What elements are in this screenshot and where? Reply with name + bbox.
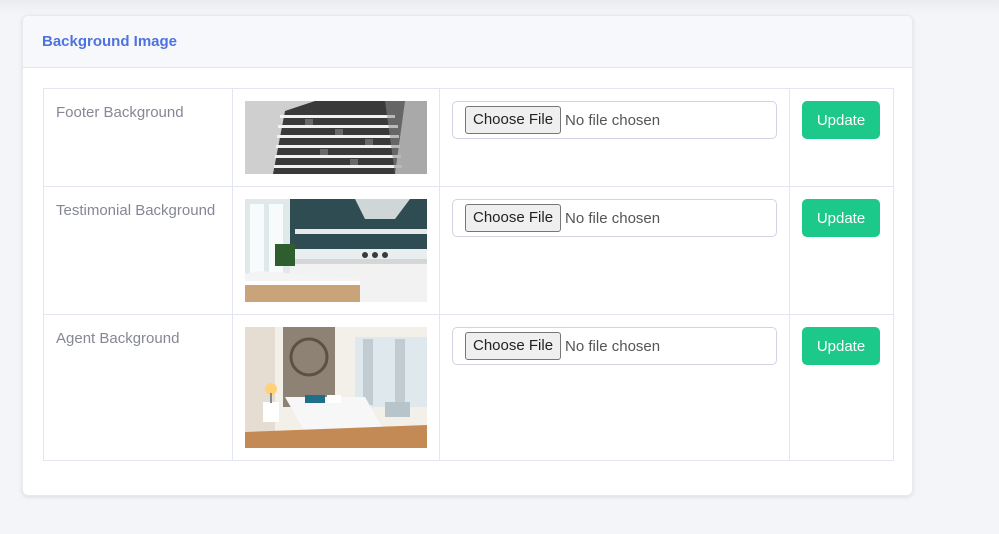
- table-row: Footer Background Choose File No file ch…: [43, 88, 894, 187]
- testimonial-background-file-input[interactable]: Choose File No file chosen: [452, 199, 777, 237]
- update-testimonial-background-button[interactable]: Update: [802, 199, 880, 237]
- file-status: No file chosen: [565, 111, 661, 129]
- page-top-shade: [0, 0, 999, 14]
- agent-background-thumbnail: [245, 327, 427, 448]
- card-header: Background Image: [23, 16, 912, 68]
- update-footer-background-button[interactable]: Update: [802, 101, 880, 139]
- action-cell: Update: [789, 88, 894, 187]
- update-agent-background-button[interactable]: Update: [802, 327, 880, 365]
- file-cell: Choose File No file chosen: [439, 186, 790, 315]
- card-title: Background Image: [42, 33, 178, 50]
- thumbnail-cell: [232, 186, 440, 315]
- row-label-cell: Testimonial Background: [43, 186, 233, 315]
- choose-file-button[interactable]: Choose File: [465, 204, 562, 232]
- row-label: Footer Background: [56, 104, 184, 121]
- choose-file-button[interactable]: Choose File: [465, 332, 562, 360]
- testimonial-background-thumbnail: [245, 199, 427, 302]
- agent-background-file-input[interactable]: Choose File No file chosen: [452, 327, 777, 365]
- action-cell: Update: [789, 314, 894, 461]
- choose-file-button[interactable]: Choose File: [465, 106, 562, 134]
- background-image-card: Background Image Footer Background Choos…: [22, 15, 913, 496]
- table-row: Agent Background Choose File No file cho…: [43, 314, 894, 461]
- footer-background-thumbnail: [245, 101, 427, 174]
- footer-background-file-input[interactable]: Choose File No file chosen: [452, 101, 777, 139]
- row-label-cell: Agent Background: [43, 314, 233, 461]
- row-label: Testimonial Background: [56, 202, 216, 219]
- file-status: No file chosen: [565, 337, 661, 355]
- thumbnail-cell: [232, 88, 440, 187]
- file-status: No file chosen: [565, 209, 661, 227]
- background-table: Footer Background Choose File No file ch…: [43, 88, 894, 461]
- row-label: Agent Background: [56, 330, 180, 347]
- table-row: Testimonial Background Choose File No fi…: [43, 186, 894, 315]
- thumbnail-cell: [232, 314, 440, 461]
- file-cell: Choose File No file chosen: [439, 88, 790, 187]
- action-cell: Update: [789, 186, 894, 315]
- file-cell: Choose File No file chosen: [439, 314, 790, 461]
- row-label-cell: Footer Background: [43, 88, 233, 187]
